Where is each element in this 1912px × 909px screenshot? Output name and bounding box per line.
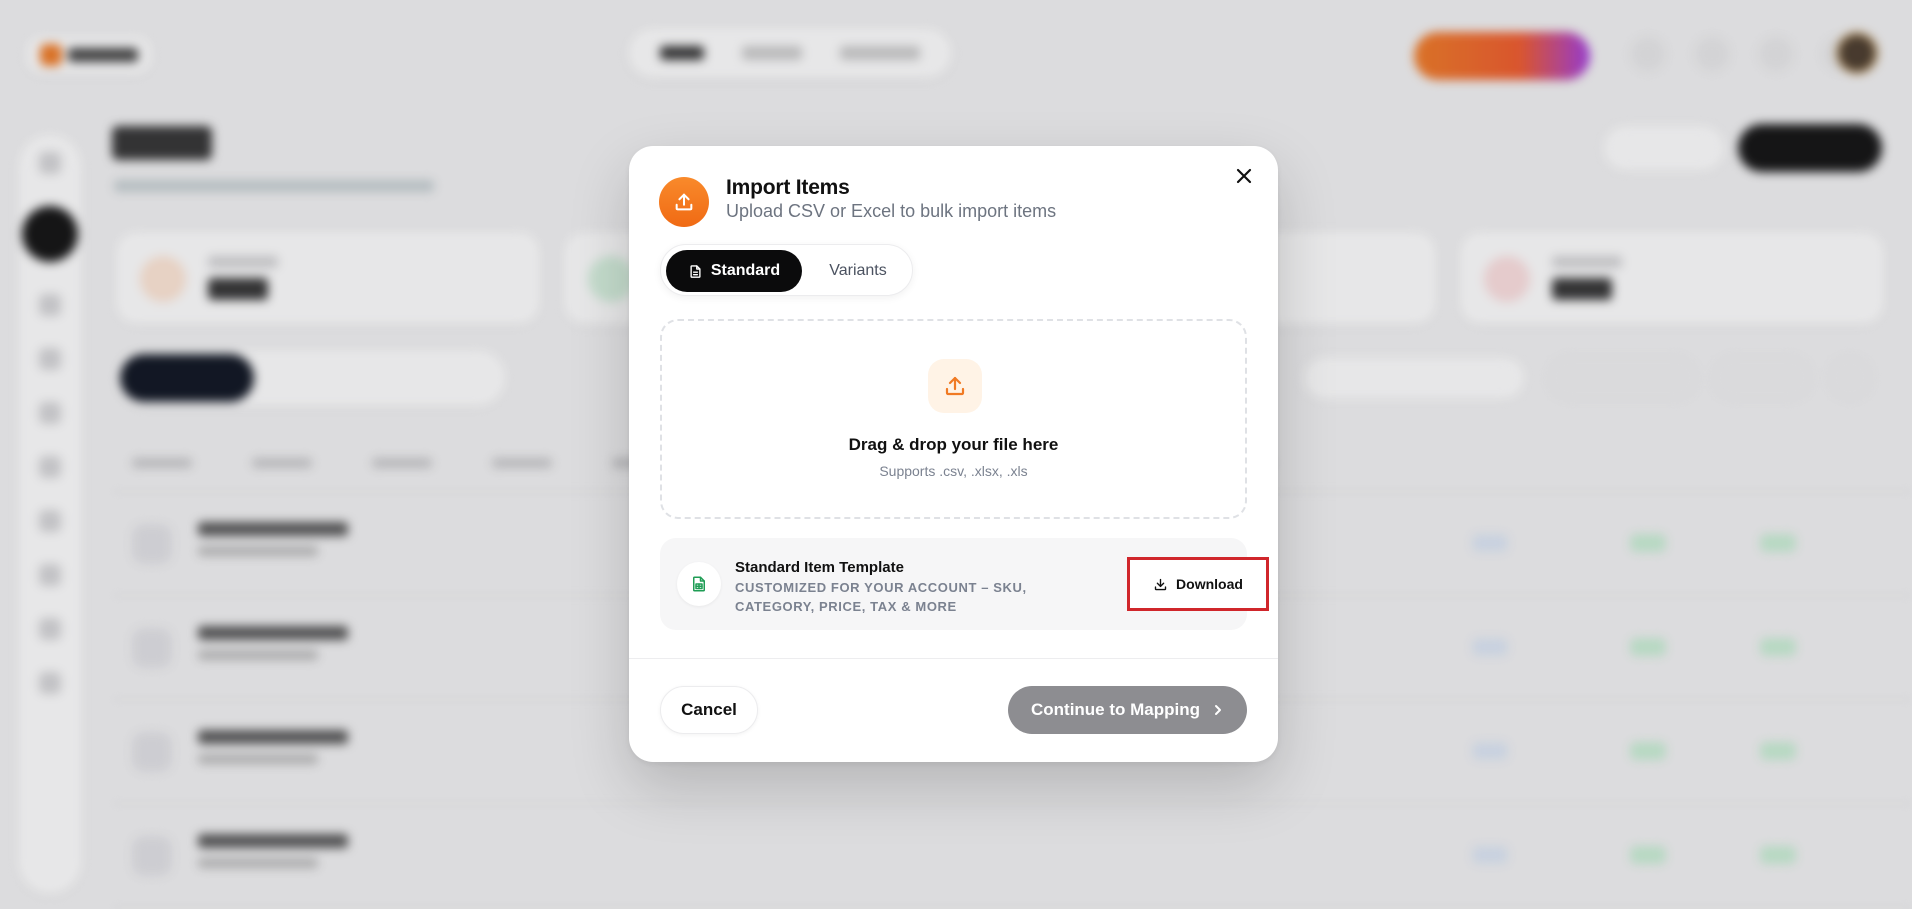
download-template-button[interactable]: Download xyxy=(1127,557,1269,611)
continue-label: Continue to Mapping xyxy=(1030,700,1201,719)
template-description: CUSTOMIZED FOR YOUR ACCOUNT – SKU, CATEG… xyxy=(735,580,1027,614)
close-icon xyxy=(1236,168,1252,184)
import-items-modal: Import Items Upload CSV or Excel to bulk… xyxy=(629,146,1278,762)
footer-divider xyxy=(629,658,1278,659)
tab-variants[interactable]: Variants xyxy=(808,250,908,292)
tab-variants-label: Variants xyxy=(829,262,887,279)
tab-standard[interactable]: Standard xyxy=(666,250,802,292)
modal-title: Import Items xyxy=(726,176,850,199)
upload-icon xyxy=(928,359,982,413)
modal-subtitle: Upload CSV or Excel to bulk import items xyxy=(726,201,1057,221)
cancel-button[interactable]: Cancel xyxy=(660,686,758,734)
import-type-tabs: Standard Variants xyxy=(660,244,913,296)
dropzone-subtitle: Supports .csv, .xlsx, .xls xyxy=(879,463,1028,479)
close-button[interactable] xyxy=(1230,162,1258,190)
dropzone-title: Drag & drop your file here xyxy=(848,435,1059,454)
file-dropzone[interactable]: Drag & drop your file here Supports .csv… xyxy=(660,319,1247,519)
download-label: Download xyxy=(1176,576,1243,592)
download-icon xyxy=(1154,578,1167,590)
document-icon xyxy=(690,264,701,278)
template-card: Standard Item Template CUSTOMIZED FOR YO… xyxy=(660,538,1269,630)
spreadsheet-icon xyxy=(677,562,721,606)
continue-to-mapping-button[interactable]: Continue to Mapping xyxy=(1008,686,1247,734)
template-title: Standard Item Template xyxy=(735,559,904,576)
upload-icon xyxy=(659,177,709,227)
tab-standard-label: Standard xyxy=(710,262,781,279)
chevron-right-icon xyxy=(1215,705,1222,715)
